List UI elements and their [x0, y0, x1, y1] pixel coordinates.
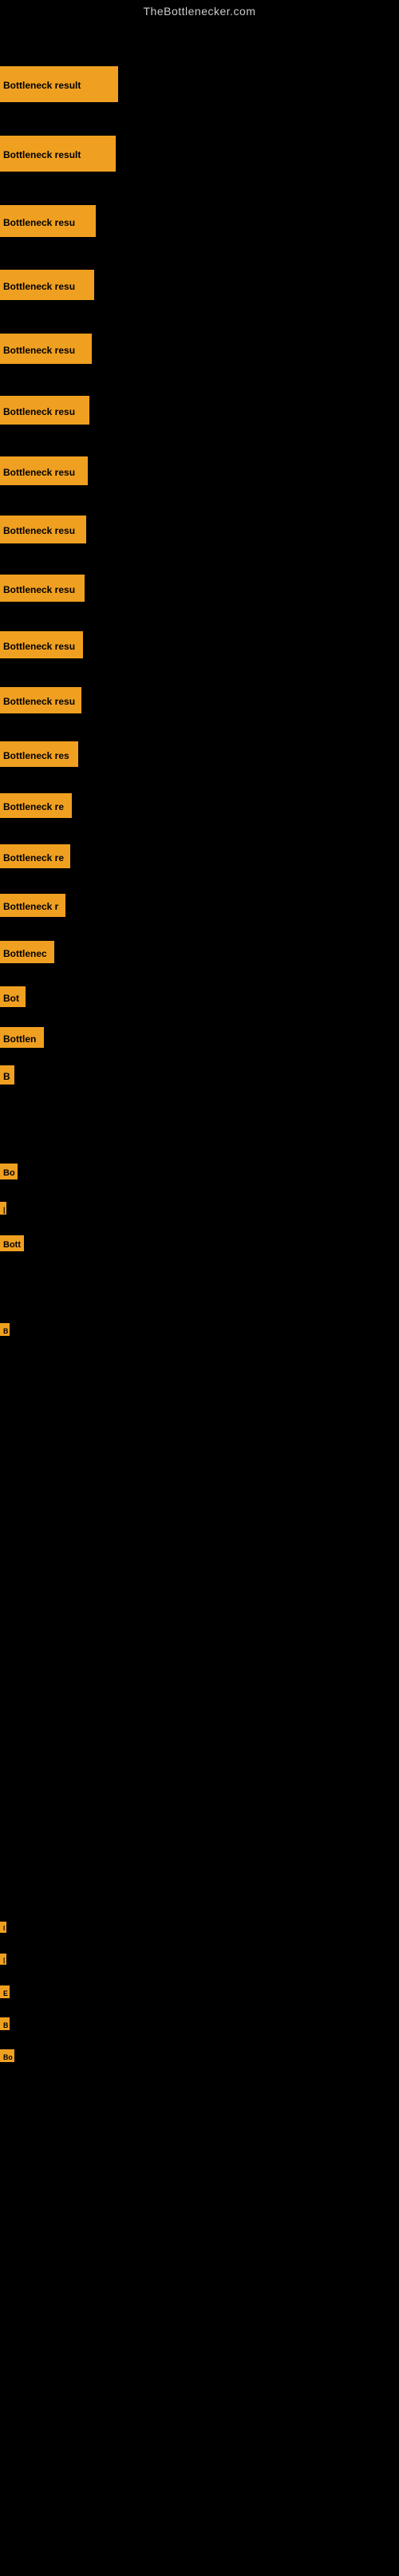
bar-row-16: Bottlenec: [0, 941, 54, 963]
bar-label-19: B: [0, 1065, 14, 1085]
bar-label-16: Bottlenec: [0, 941, 54, 963]
bar-label-29: E: [0, 1985, 10, 1998]
bar-row-23: Bott: [0, 1235, 24, 1251]
bar-row-31: Bo: [0, 2049, 14, 2062]
bar-label-13: Bottleneck re: [0, 793, 72, 818]
bar-row-7: Bottleneck resu: [0, 456, 88, 485]
bar-label-25: B: [0, 1323, 10, 1336]
bar-label-6: Bottleneck resu: [0, 396, 89, 425]
bar-row-10: Bottleneck resu: [0, 631, 83, 658]
bar-row-17: Bot: [0, 986, 26, 1007]
bar-label-14: Bottleneck re: [0, 844, 70, 868]
bar-row-22: |: [0, 1202, 6, 1215]
bar-label-28: |: [0, 1954, 6, 1965]
bar-row-11: Bottleneck resu: [0, 687, 81, 713]
bar-row-4: Bottleneck resu: [0, 270, 94, 300]
bar-label-21: Bo: [0, 1164, 18, 1179]
bar-label-17: Bot: [0, 986, 26, 1007]
bar-row-9: Bottleneck resu: [0, 575, 85, 602]
bar-row-28: |: [0, 1954, 6, 1965]
bar-label-30: B: [0, 2017, 10, 2030]
bar-label-27: I: [0, 1922, 6, 1933]
bar-row-21: Bo: [0, 1164, 18, 1179]
bar-row-8: Bottleneck resu: [0, 516, 86, 543]
site-title: TheBottlenecker.com: [0, 0, 399, 22]
bar-label-31: Bo: [0, 2049, 14, 2062]
bar-row-25: B: [0, 1323, 10, 1336]
bar-label-5: Bottleneck resu: [0, 334, 92, 364]
bar-label-1: Bottleneck result: [0, 66, 118, 102]
bar-row-6: Bottleneck resu: [0, 396, 89, 425]
bar-label-11: Bottleneck resu: [0, 687, 81, 713]
bar-row-27: I: [0, 1922, 6, 1933]
bar-label-15: Bottleneck r: [0, 894, 65, 917]
bar-label-12: Bottleneck res: [0, 741, 78, 767]
bar-label-4: Bottleneck resu: [0, 270, 94, 300]
bar-label-8: Bottleneck resu: [0, 516, 86, 543]
bar-row-19: B: [0, 1065, 14, 1085]
bar-row-18: Bottlen: [0, 1027, 44, 1048]
bar-label-10: Bottleneck resu: [0, 631, 83, 658]
bar-row-29: E: [0, 1985, 10, 1998]
bar-label-9: Bottleneck resu: [0, 575, 85, 602]
bar-label-3: Bottleneck resu: [0, 205, 96, 237]
bar-row-1: Bottleneck result: [0, 66, 118, 102]
bar-row-2: Bottleneck result: [0, 136, 116, 172]
bar-row-3: Bottleneck resu: [0, 205, 96, 237]
bar-row-13: Bottleneck re: [0, 793, 72, 818]
bar-row-15: Bottleneck r: [0, 894, 65, 917]
bar-row-5: Bottleneck resu: [0, 334, 92, 364]
bar-label-2: Bottleneck result: [0, 136, 116, 172]
bar-label-18: Bottlen: [0, 1027, 44, 1048]
bar-label-23: Bott: [0, 1235, 24, 1251]
bar-row-14: Bottleneck re: [0, 844, 70, 868]
bar-label-22: |: [0, 1202, 6, 1215]
bar-row-12: Bottleneck res: [0, 741, 78, 767]
bar-label-7: Bottleneck resu: [0, 456, 88, 485]
bar-row-30: B: [0, 2017, 10, 2030]
